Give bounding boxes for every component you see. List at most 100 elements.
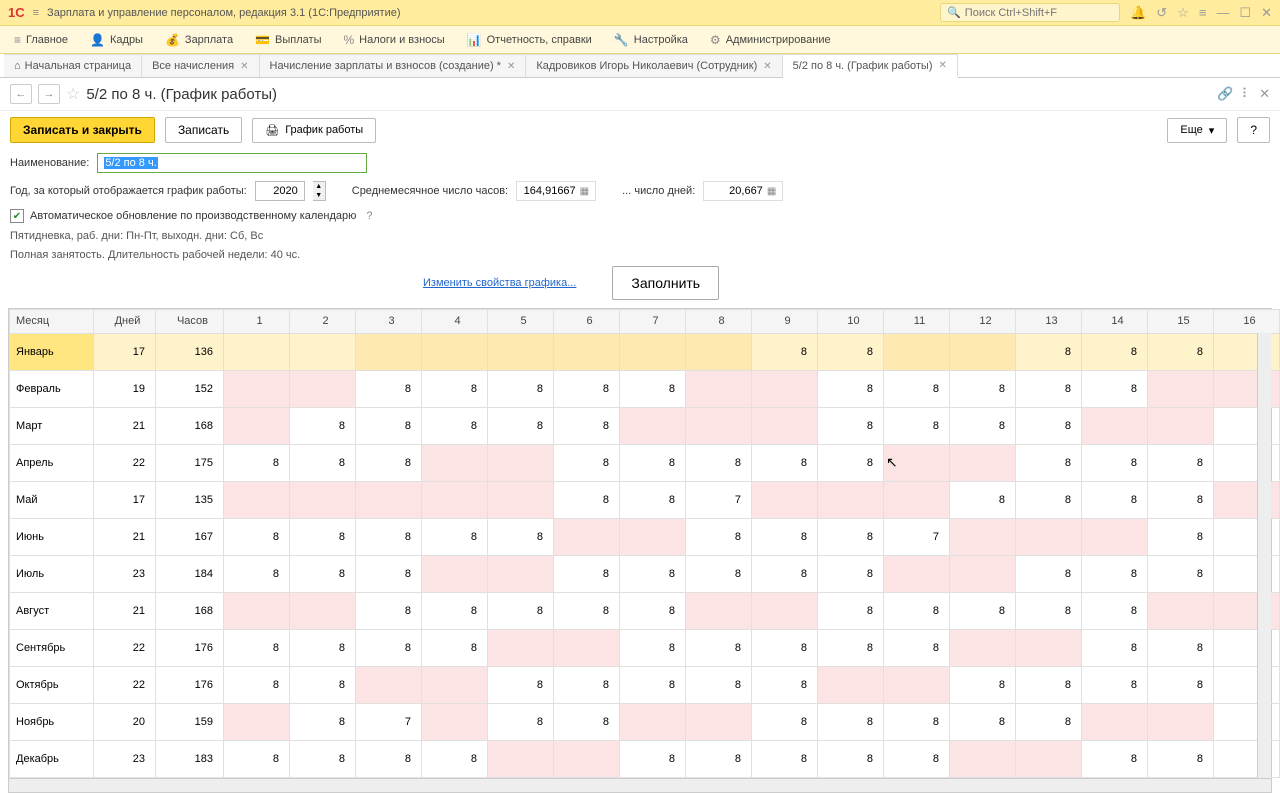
- cell-day[interactable]: [818, 666, 884, 703]
- cell-day[interactable]: [752, 592, 818, 629]
- cell-day[interactable]: 8: [488, 407, 554, 444]
- tab[interactable]: 5/2 по 8 ч. (График работы)✕: [783, 54, 958, 78]
- cell-day[interactable]: [488, 481, 554, 518]
- cell-day[interactable]: 8: [1148, 555, 1214, 592]
- cell-day[interactable]: [290, 333, 356, 370]
- nav-forward-button[interactable]: →: [38, 84, 60, 104]
- tab-close-icon[interactable]: ✕: [507, 61, 515, 72]
- tab[interactable]: Все начисления✕: [142, 54, 259, 77]
- cell-day[interactable]: [818, 481, 884, 518]
- help-icon[interactable]: ?: [362, 210, 376, 222]
- more-button[interactable]: Еще ▾: [1167, 118, 1227, 143]
- cell-day[interactable]: 8: [1016, 333, 1082, 370]
- tab-close-icon[interactable]: ✕: [939, 60, 947, 71]
- help-button[interactable]: ?: [1237, 117, 1270, 143]
- cell-day[interactable]: [686, 407, 752, 444]
- cell-day[interactable]: 8: [818, 370, 884, 407]
- cell-day[interactable]: 8: [1082, 629, 1148, 666]
- cell-day[interactable]: 8: [554, 481, 620, 518]
- cell-day[interactable]: 8: [290, 666, 356, 703]
- cell-day[interactable]: [554, 333, 620, 370]
- year-input[interactable]: [255, 181, 305, 201]
- table-row[interactable]: Январь17136888888: [10, 333, 1280, 370]
- cell-day[interactable]: 8: [554, 666, 620, 703]
- menu-item[interactable]: %Налоги и взносы: [334, 29, 455, 51]
- cell-day[interactable]: 8: [422, 407, 488, 444]
- settings-icon[interactable]: ≡: [1199, 5, 1207, 20]
- history-icon[interactable]: ↺: [1156, 5, 1167, 21]
- fill-button[interactable]: Заполнить: [612, 266, 719, 300]
- cell-day[interactable]: 8: [884, 629, 950, 666]
- horizontal-scrollbar[interactable]: [9, 778, 1271, 792]
- cell-day[interactable]: [620, 518, 686, 555]
- cell-day[interactable]: [224, 703, 290, 740]
- cell-day[interactable]: 8: [554, 407, 620, 444]
- cell-day[interactable]: 7: [686, 481, 752, 518]
- cell-day[interactable]: [950, 333, 1016, 370]
- bell-icon[interactable]: 🔔: [1130, 5, 1146, 21]
- cell-day[interactable]: 8: [620, 481, 686, 518]
- cell-day[interactable]: [884, 481, 950, 518]
- cell-day[interactable]: 8: [554, 555, 620, 592]
- cell-day[interactable]: [884, 555, 950, 592]
- cell-day[interactable]: 8: [950, 407, 1016, 444]
- cell-day[interactable]: [488, 629, 554, 666]
- cell-day[interactable]: 8: [884, 703, 950, 740]
- cell-day[interactable]: 8: [1082, 592, 1148, 629]
- cell-day[interactable]: 8: [1016, 555, 1082, 592]
- cell-day[interactable]: 8: [818, 407, 884, 444]
- cell-day[interactable]: [686, 592, 752, 629]
- link-icon[interactable]: 🔗: [1217, 86, 1233, 102]
- cell-day[interactable]: 8: [686, 740, 752, 777]
- collapse-icon[interactable]: ⠇: [1242, 86, 1252, 102]
- cell-day[interactable]: 8: [1082, 370, 1148, 407]
- table-row[interactable]: Ноябрь201598788888888: [10, 703, 1280, 740]
- cell-day[interactable]: 8: [884, 407, 950, 444]
- save-close-button[interactable]: Записать и закрыть: [10, 117, 155, 143]
- cell-day[interactable]: [950, 629, 1016, 666]
- cell-day[interactable]: 8: [752, 444, 818, 481]
- cell-day[interactable]: 8: [818, 629, 884, 666]
- cell-day[interactable]: [1016, 629, 1082, 666]
- cell-day[interactable]: [290, 481, 356, 518]
- cell-day[interactable]: 8: [224, 444, 290, 481]
- cell-day[interactable]: 8: [1016, 444, 1082, 481]
- search-input[interactable]: [965, 7, 1113, 19]
- cell-day[interactable]: 8: [686, 518, 752, 555]
- menu-item[interactable]: 💳Выплаты: [245, 29, 331, 51]
- cell-day[interactable]: 8: [1082, 555, 1148, 592]
- year-spinner[interactable]: ▲▼: [313, 181, 326, 201]
- cell-day[interactable]: 8: [1148, 666, 1214, 703]
- star-icon[interactable]: ☆: [1177, 5, 1189, 21]
- cell-day[interactable]: 8: [818, 518, 884, 555]
- table-row[interactable]: Декабрь23183888888888888: [10, 740, 1280, 777]
- cell-day[interactable]: 8: [1082, 666, 1148, 703]
- cell-day[interactable]: [884, 333, 950, 370]
- menu-item[interactable]: 📊Отчетность, справки: [457, 29, 602, 51]
- cell-day[interactable]: 8: [818, 555, 884, 592]
- cell-day[interactable]: [620, 703, 686, 740]
- cell-day[interactable]: [422, 444, 488, 481]
- cell-day[interactable]: 8: [884, 370, 950, 407]
- cell-day[interactable]: 8: [1016, 703, 1082, 740]
- cell-day[interactable]: 8: [1148, 444, 1214, 481]
- cell-day[interactable]: [686, 333, 752, 370]
- cell-day[interactable]: 8: [356, 592, 422, 629]
- table-row[interactable]: Февраль191528888888888: [10, 370, 1280, 407]
- cell-day[interactable]: [752, 370, 818, 407]
- table-row[interactable]: Сентябрь22176888888888888: [10, 629, 1280, 666]
- cell-day[interactable]: 8: [752, 333, 818, 370]
- cell-day[interactable]: 8: [752, 740, 818, 777]
- cell-day[interactable]: 8: [224, 518, 290, 555]
- cell-day[interactable]: 8: [422, 740, 488, 777]
- cell-day[interactable]: [554, 629, 620, 666]
- cell-day[interactable]: [1082, 518, 1148, 555]
- cell-day[interactable]: 8: [554, 444, 620, 481]
- cell-day[interactable]: [950, 555, 1016, 592]
- cell-day[interactable]: 8: [1082, 444, 1148, 481]
- cell-day[interactable]: [356, 481, 422, 518]
- cell-day[interactable]: 8: [752, 629, 818, 666]
- menu-item[interactable]: 💰Зарплата: [155, 29, 243, 51]
- cell-day[interactable]: 8: [1016, 370, 1082, 407]
- cell-day[interactable]: [422, 666, 488, 703]
